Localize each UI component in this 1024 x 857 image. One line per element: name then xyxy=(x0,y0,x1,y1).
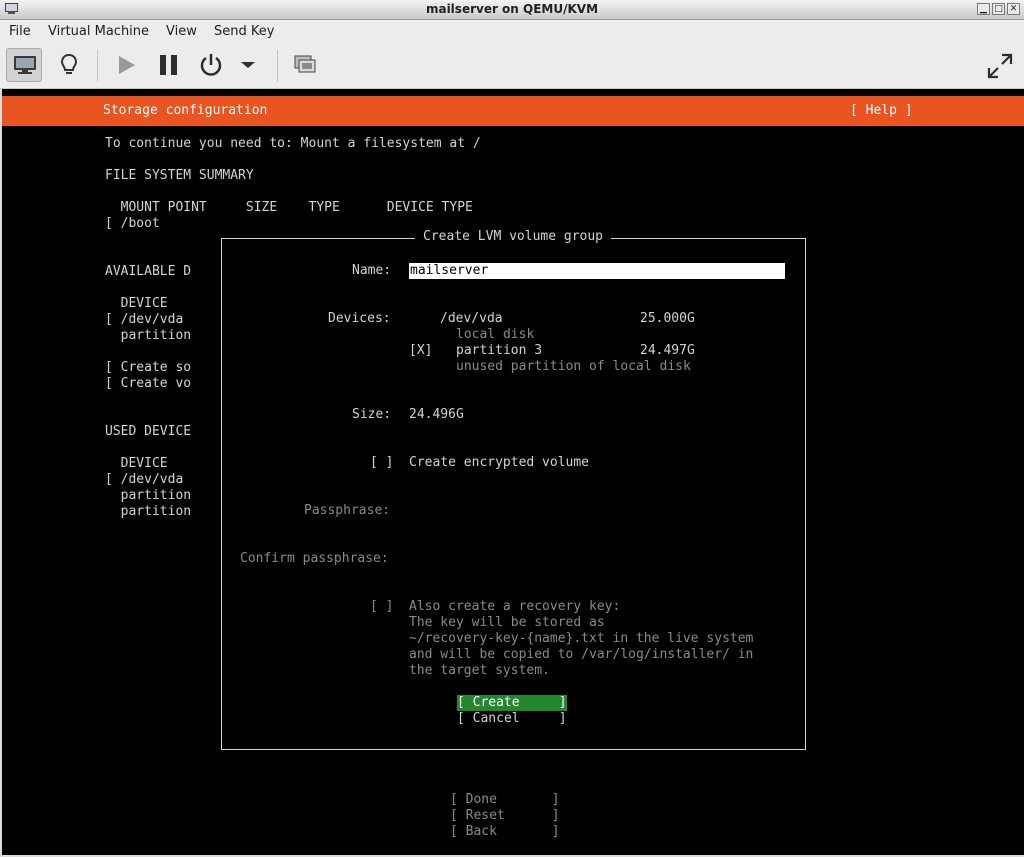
window-titlebar: mailserver on QEMU/KVM ▁ □ ✕ xyxy=(0,0,1024,20)
done-button[interactable]: [ Done ] xyxy=(450,792,560,808)
passphrase-label: Passphrase: xyxy=(304,503,391,518)
console-monitor-icon xyxy=(14,56,36,74)
installer-header: Storage configuration [ Help ] xyxy=(2,96,1024,126)
cancel-button[interactable]: [ Cancel ] xyxy=(457,711,567,727)
used-partition-row[interactable]: partition xyxy=(105,488,191,504)
fullscreen-icon xyxy=(987,53,1013,79)
play-icon xyxy=(119,56,135,74)
recovery-text: Also create a recovery key: xyxy=(409,599,621,614)
recovery-text: ~/recovery-key-{name}.txt in the live sy… xyxy=(409,631,754,646)
confirm-passphrase-label: Confirm passphrase: xyxy=(240,551,389,566)
recovery-text: the target system. xyxy=(409,663,550,678)
help-button[interactable]: [ Help ] xyxy=(850,103,913,119)
minimize-button[interactable]: ▁ xyxy=(977,3,990,15)
pause-icon xyxy=(160,55,177,75)
create-button[interactable]: [ Create ] xyxy=(457,695,567,711)
recovery-checkbox[interactable]: [ ] xyxy=(370,599,393,615)
partition-checkbox[interactable]: [X] xyxy=(409,343,432,359)
used-partition-row[interactable]: partition xyxy=(105,504,191,520)
device-desc: local disk xyxy=(456,327,535,342)
close-button[interactable]: ✕ xyxy=(1007,3,1020,15)
device-size: 25.000G xyxy=(640,311,695,326)
lightbulb-details-icon xyxy=(60,53,78,74)
dropdown-arrow-icon xyxy=(241,62,255,68)
partition-desc: unused partition of local disk xyxy=(456,359,691,374)
details-button[interactable] xyxy=(51,48,87,82)
used-device-row[interactable]: [ /dev/vda xyxy=(105,472,183,488)
name-input[interactable] xyxy=(409,263,785,279)
create-software-raid-button[interactable]: [ Create so xyxy=(105,360,191,376)
encrypt-checkbox[interactable]: [ ] xyxy=(370,455,393,471)
used-device-header: DEVICE xyxy=(105,456,168,471)
snapshots-icon xyxy=(294,55,316,73)
power-icon xyxy=(200,54,222,76)
name-label: Name: xyxy=(352,263,392,278)
menu-file[interactable]: File xyxy=(9,24,31,39)
menu-virtual-machine[interactable]: Virtual Machine xyxy=(48,24,149,39)
maximize-button[interactable]: □ xyxy=(992,3,1005,15)
snapshots-button[interactable] xyxy=(287,48,323,82)
pause-button[interactable] xyxy=(151,48,187,82)
menu-bar: File Virtual Machine View Send Key xyxy=(0,20,1024,44)
shutdown-menu-button[interactable] xyxy=(233,48,263,82)
encrypt-label: Create encrypted volume xyxy=(409,455,590,470)
fs-summary-heading: FILE SYSTEM SUMMARY xyxy=(105,168,254,183)
reset-button[interactable]: [ Reset ] xyxy=(450,808,560,824)
devices-label: Devices: xyxy=(328,311,391,326)
fs-columns: MOUNT POINT SIZE TYPE DEVICE TYPE xyxy=(105,200,473,215)
menu-view[interactable]: View xyxy=(166,24,197,39)
fs-row-boot[interactable]: [ /boot xyxy=(105,216,160,232)
run-button[interactable] xyxy=(108,48,144,82)
create-volume-group-button[interactable]: [ Create vo xyxy=(105,376,191,392)
available-partition-row[interactable]: partition xyxy=(105,328,191,344)
create-lvm-dialog: Create LVM volume group Name: Devices: /… xyxy=(221,229,806,750)
available-device-row[interactable]: [ /dev/vda xyxy=(105,312,183,328)
device-name: /dev/vda xyxy=(440,311,503,326)
console-view-button[interactable] xyxy=(6,48,42,82)
notice-text: To continue you need to: Mount a filesys… xyxy=(105,136,481,151)
used-devices-heading: USED DEVICE xyxy=(105,424,192,439)
partition-name: partition 3 xyxy=(456,343,543,358)
recovery-text: The key will be stored as xyxy=(409,615,605,630)
partition-size: 24.497G xyxy=(640,343,695,358)
vm-console[interactable]: Storage configuration [ Help ] To contin… xyxy=(2,89,1024,855)
fullscreen-button[interactable] xyxy=(981,48,1017,82)
available-devices-heading: AVAILABLE D xyxy=(105,264,192,279)
shutdown-button[interactable] xyxy=(193,48,229,82)
size-label: Size: xyxy=(352,407,392,422)
window-title: mailserver on QEMU/KVM xyxy=(425,2,599,16)
available-device-header: DEVICE xyxy=(105,296,168,311)
header-title: Storage configuration xyxy=(103,103,268,118)
size-value: 24.496G xyxy=(409,407,464,422)
toolbar xyxy=(0,44,1024,89)
back-button[interactable]: [ Back ] xyxy=(450,824,560,840)
menu-send-key[interactable]: Send Key xyxy=(214,24,274,39)
recovery-text: and will be copied to /var/log/installer… xyxy=(409,647,754,662)
dialog-title: Create LVM volume group xyxy=(415,229,612,245)
